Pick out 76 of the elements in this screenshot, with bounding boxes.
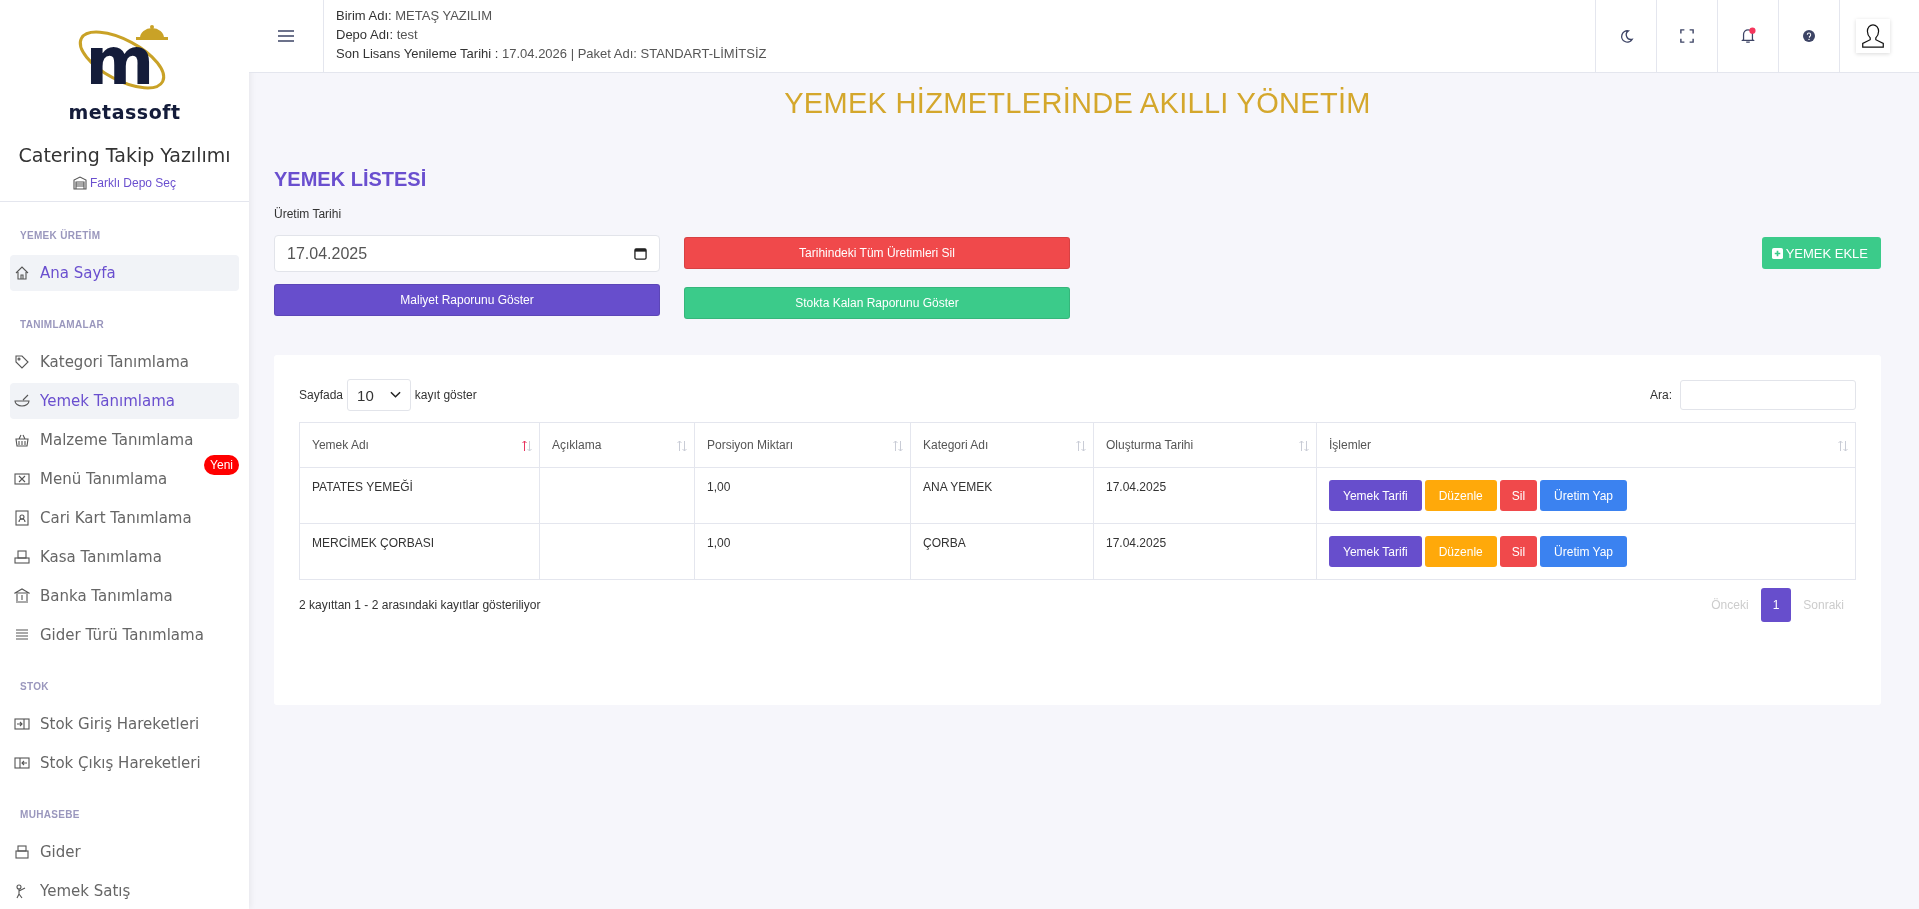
sidebar-item[interactable]: Gider xyxy=(10,834,239,870)
recipe-button[interactable]: Yemek Tarifi xyxy=(1329,536,1422,567)
bell-icon xyxy=(1740,27,1756,45)
page-title: YEMEK LİSTESİ xyxy=(274,168,428,191)
column-header[interactable]: Porsiyon Miktarı xyxy=(694,422,911,468)
table-info: 2 kayıttan 1 - 2 arasındaki kayıtlar gösteriliyor xyxy=(299,598,541,612)
page-size-select[interactable]: 10 xyxy=(347,379,411,411)
delete-button[interactable]: Sil xyxy=(1499,480,1538,511)
basket-icon xyxy=(14,432,30,448)
table-cell: 1,00 xyxy=(707,480,731,494)
app-title: Catering Takip Yazılımı xyxy=(18,144,231,166)
column-header[interactable]: Yemek Adı xyxy=(299,422,540,468)
sidebar-item[interactable]: Banka Tanımlama xyxy=(10,578,239,614)
table-cell: 17.04.2025 xyxy=(1106,536,1167,550)
tag-icon xyxy=(14,354,30,370)
field-label: Üretim Tarihi xyxy=(274,207,343,221)
delete-all-button[interactable]: Tarihindeki Tüm Üretimleri Sil xyxy=(684,237,1070,269)
chevron-down-icon xyxy=(389,391,401,399)
recipe-button[interactable]: Yemek Tarifi xyxy=(1329,480,1422,511)
section-heading: TANIMLAMALAR xyxy=(19,319,105,330)
menu-card-icon xyxy=(14,471,30,487)
fullscreen-icon xyxy=(1680,29,1694,43)
header-info-line: Birim Adı: METAŞ YAZILIM xyxy=(336,8,494,23)
header-info-line: Son Lisans Yenileme Tarihi : 17.04.2026 | Paket Adı: STANDART-LİMİTSİZ xyxy=(336,46,768,61)
bank-icon xyxy=(14,588,30,604)
sidebar-item[interactable]: Yemek Satış xyxy=(10,873,239,909)
banner-heading: YEMEK HİZMETLERİNDE AKILLI YÖNETİM xyxy=(783,87,1372,120)
plus-icon xyxy=(1771,247,1783,259)
calendar-icon xyxy=(634,247,647,260)
exit-icon xyxy=(14,755,30,771)
sidebar-item[interactable]: Ana Sayfa xyxy=(10,255,239,291)
delete-button[interactable]: Sil xyxy=(1499,536,1538,567)
search-label: Ara: xyxy=(1650,388,1672,402)
sidebar-item[interactable]: Kategori Tanımlama xyxy=(10,344,239,380)
warehouse-icon xyxy=(72,176,87,190)
table-cell: PATATES YEMEĞİ xyxy=(312,480,413,494)
produce-button[interactable]: Üretim Yap xyxy=(1540,480,1627,511)
list-icon xyxy=(14,627,30,643)
date-field[interactable]: 17.04.2025 xyxy=(274,235,660,272)
table-cell: MERCİMEK ÇORBASI xyxy=(312,536,434,550)
sidebar-item[interactable]: Gider Türü Tanımlama xyxy=(10,617,239,653)
column-header[interactable]: Açıklama xyxy=(539,422,695,468)
sidebar-item[interactable]: Stok Çıkış Hareketleri xyxy=(10,745,239,781)
search-field[interactable] xyxy=(1680,380,1856,410)
table-cell: 17.04.2025 xyxy=(1106,480,1167,494)
enter-icon xyxy=(14,716,30,732)
column-header[interactable]: İşlemler xyxy=(1316,422,1856,468)
printer-icon xyxy=(14,844,30,860)
report-button[interactable]: Maliyet Raporunu Göster xyxy=(274,284,660,316)
depot-select-link[interactable]: Farklı Depo Seç xyxy=(72,176,176,190)
sidebar-item[interactable]: Stok Giriş Hareketleri xyxy=(10,706,239,742)
sidebar-item[interactable]: Menü Tanımlama xyxy=(10,461,195,497)
sidebar-item[interactable]: Malzeme Tanımlama xyxy=(10,422,239,458)
moon-icon xyxy=(1618,28,1634,44)
home-icon xyxy=(14,265,30,281)
page-size-label: Sayfada xyxy=(299,388,344,402)
contact-card-icon xyxy=(14,510,30,526)
section-heading: MUHASEBE xyxy=(19,809,81,820)
table-cell: 1,00 xyxy=(707,536,731,550)
page-size-label: kayıt göster xyxy=(414,388,477,402)
column-header[interactable]: Oluşturma Tarihi xyxy=(1093,422,1317,468)
sidebar-item[interactable]: Cari Kart Tanımlama xyxy=(10,500,239,536)
sidebar-item[interactable]: Kasa Tanımlama xyxy=(10,539,239,575)
help-icon xyxy=(1803,30,1815,42)
new-badge: Yeni xyxy=(204,455,239,475)
table-cell: ANA YEMEK xyxy=(923,480,993,494)
menu-icon xyxy=(278,30,294,42)
section-heading: YEMEK ÜRETİM xyxy=(19,230,102,241)
produce-button[interactable]: Üretim Yap xyxy=(1540,536,1627,567)
bowl-icon xyxy=(14,393,30,409)
table-cell: ÇORBA xyxy=(923,536,966,550)
section-heading: STOK xyxy=(19,681,50,692)
header-info-line: Depo Adı: test xyxy=(336,27,419,42)
pagination-button[interactable]: 1 xyxy=(1760,588,1792,622)
column-header[interactable]: Kategori Adı xyxy=(910,422,1094,468)
sidebar-item[interactable]: Yemek Tanımlama xyxy=(10,383,239,419)
